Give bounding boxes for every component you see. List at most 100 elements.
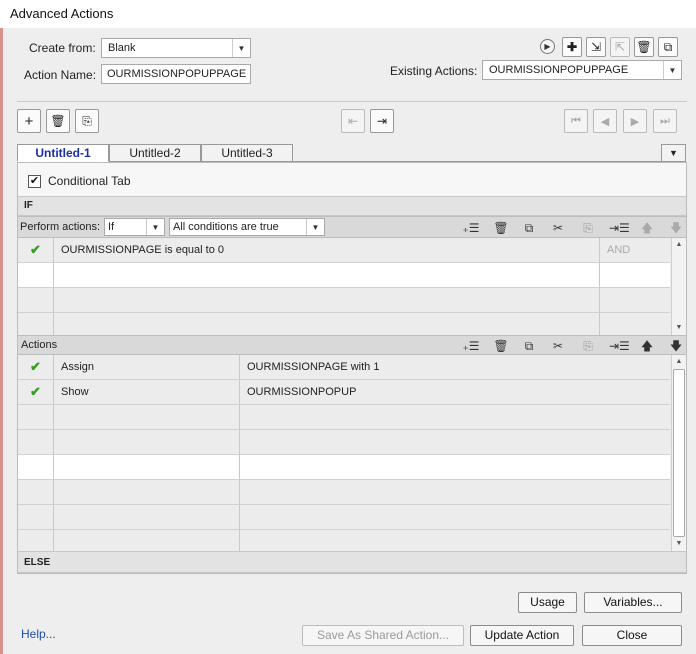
table-row[interactable]: ✔ Assign OURMISSIONPAGE with 1 xyxy=(18,355,670,380)
move-left-button[interactable]: ⇤ xyxy=(341,109,365,133)
move-down-icon[interactable]: 🡇 xyxy=(667,220,685,236)
table-row[interactable]: ✔ Show OURMISSIONPOPUP xyxy=(18,380,670,405)
table-row[interactable] xyxy=(18,430,670,455)
condition-operator[interactable]: AND xyxy=(600,238,670,262)
perform-actions-value: If xyxy=(108,221,115,233)
insert-above-icon[interactable]: ⇥☰ xyxy=(609,220,630,236)
move-down-icon[interactable]: 🡇 xyxy=(667,338,685,354)
duplicate-action-icon[interactable]: ⧉ xyxy=(658,37,678,57)
conditional-tab-checkbox[interactable]: ✔ xyxy=(28,175,41,188)
window-edge xyxy=(0,28,3,654)
table-row[interactable] xyxy=(18,455,670,480)
conditional-tab-label: Conditional Tab xyxy=(48,174,131,188)
scrollbar-thumb[interactable] xyxy=(673,369,685,537)
existing-actions-label: Existing Actions: xyxy=(390,64,478,78)
existing-actions-value: OURMISSIONPOPUPPAGE xyxy=(489,64,629,76)
chevron-down-icon: ▼ xyxy=(146,219,164,235)
table-row[interactable] xyxy=(18,288,670,313)
checkmark-icon: ✔ xyxy=(18,238,54,262)
perform-actions-select[interactable]: If ▼ xyxy=(104,218,165,236)
scroll-up-icon[interactable]: ▲ xyxy=(672,355,686,369)
checkmark-icon: ✔ xyxy=(18,355,54,379)
variables-button[interactable]: Variables... xyxy=(584,592,682,613)
perform-actions-label: Perform actions: xyxy=(20,221,101,233)
delete-row-icon[interactable]: 🗑 xyxy=(492,220,510,236)
action-panel: ✔ Conditional Tab IF Perform actions: If… xyxy=(17,162,687,574)
if-toolbar: Perform actions: If ▼ All conditions are… xyxy=(18,216,686,238)
copy-tab-button[interactable]: ⎘ xyxy=(75,109,99,133)
create-from-label: Create from: xyxy=(29,41,96,55)
window-title: Advanced Actions xyxy=(10,6,114,21)
paste-row-icon[interactable]: ⎘ xyxy=(579,220,597,236)
add-action-icon[interactable]: ✚ xyxy=(562,37,582,57)
table-row[interactable] xyxy=(18,313,670,335)
next-tab-button[interactable]: ▶ xyxy=(623,109,647,133)
condition-mode-select[interactable]: All conditions are true ▼ xyxy=(169,218,325,236)
action-target[interactable]: OURMISSIONPAGE with 1 xyxy=(240,355,670,379)
help-link[interactable]: Help... xyxy=(21,627,56,641)
copy-row-icon[interactable]: ⧉ xyxy=(520,220,538,236)
export-action-icon[interactable]: ⇱ xyxy=(610,37,630,57)
actions-grid: ✔ Assign OURMISSIONPAGE with 1 ✔ Show OU… xyxy=(18,355,686,551)
action-type[interactable]: Show xyxy=(54,380,240,404)
delete-action-icon[interactable]: 🗑 xyxy=(634,37,654,57)
actions-label: Actions xyxy=(21,339,58,351)
create-from-select[interactable]: Blank ▼ xyxy=(101,38,251,58)
condition-text[interactable]: OURMISSIONPAGE is equal to 0 xyxy=(54,238,600,262)
move-up-icon[interactable]: 🡅 xyxy=(638,220,656,236)
chevron-down-icon: ▼ xyxy=(663,61,681,79)
checkmark-icon: ✔ xyxy=(18,380,54,404)
condition-mode-value: All conditions are true xyxy=(173,221,279,233)
table-row[interactable] xyxy=(18,405,670,430)
import-action-icon[interactable]: ⇲ xyxy=(586,37,606,57)
table-row[interactable] xyxy=(18,263,670,288)
cut-row-icon[interactable]: ✂ xyxy=(549,338,567,354)
actions-toolbar: Actions ₊☰ 🗑 ⧉ ✂ ⎘ ⇥☰ 🡅 🡇 xyxy=(18,335,686,355)
preview-play-icon[interactable]: ▶ xyxy=(540,39,555,54)
prev-tab-button[interactable]: ◀ xyxy=(593,109,617,133)
insert-row-icon[interactable]: ₊☰ xyxy=(462,338,480,354)
existing-actions-select[interactable]: OURMISSIONPOPUPPAGE ▼ xyxy=(482,60,682,80)
if-scrollbar[interactable]: ▲ ▼ xyxy=(671,238,686,335)
save-shared-action-button[interactable]: Save As Shared Action... xyxy=(302,625,464,646)
insert-above-icon[interactable]: ⇥☰ xyxy=(609,338,630,354)
actions-scrollbar[interactable]: ▲ ▼ xyxy=(671,355,686,551)
scroll-down-icon[interactable]: ▼ xyxy=(672,321,686,335)
last-tab-button[interactable]: ⏭ xyxy=(653,109,677,133)
add-tab-button[interactable]: + xyxy=(17,109,41,133)
table-row[interactable]: ✔ OURMISSIONPAGE is equal to 0 AND xyxy=(18,238,670,263)
scroll-down-icon[interactable]: ▼ xyxy=(672,537,686,551)
title-bar: Advanced Actions xyxy=(0,0,696,28)
create-from-value: Blank xyxy=(108,42,136,54)
if-header: IF xyxy=(18,196,686,216)
action-target[interactable]: OURMISSIONPOPUP xyxy=(240,380,670,404)
if-conditions-grid: ✔ OURMISSIONPAGE is equal to 0 AND ▲ ▼ xyxy=(18,238,686,335)
table-row[interactable] xyxy=(18,505,670,530)
table-row[interactable] xyxy=(18,480,670,505)
usage-button[interactable]: Usage xyxy=(518,592,577,613)
first-tab-button[interactable]: ⏮ xyxy=(564,109,588,133)
table-row[interactable] xyxy=(18,530,670,551)
else-header[interactable]: ELSE xyxy=(18,551,686,573)
action-name-label: Action Name: xyxy=(24,68,97,82)
delete-row-icon[interactable]: 🗑 xyxy=(492,338,510,354)
update-action-button[interactable]: Update Action xyxy=(470,625,574,646)
action-name-input[interactable]: OURMISSIONPOPUPPAGE xyxy=(101,64,251,84)
cut-row-icon[interactable]: ✂ xyxy=(549,220,567,236)
paste-row-icon[interactable]: ⎘ xyxy=(579,338,597,354)
scroll-up-icon[interactable]: ▲ xyxy=(672,238,686,252)
move-up-icon[interactable]: 🡅 xyxy=(638,338,656,354)
move-right-button[interactable]: ⇥ xyxy=(370,109,394,133)
copy-row-icon[interactable]: ⧉ xyxy=(520,338,538,354)
chevron-down-icon: ▼ xyxy=(306,219,324,235)
tab-untitled-1[interactable]: Untitled-1 xyxy=(17,144,109,162)
delete-tab-button[interactable]: 🗑 xyxy=(46,109,70,133)
tab-list-button[interactable]: ▼ xyxy=(661,144,686,162)
action-type[interactable]: Assign xyxy=(54,355,240,379)
separator xyxy=(17,101,687,102)
tab-untitled-3[interactable]: Untitled-3 xyxy=(201,144,293,162)
chevron-down-icon: ▼ xyxy=(232,39,250,57)
insert-row-icon[interactable]: ₊☰ xyxy=(462,220,480,236)
tab-untitled-2[interactable]: Untitled-2 xyxy=(109,144,201,162)
close-button[interactable]: Close xyxy=(582,625,682,646)
